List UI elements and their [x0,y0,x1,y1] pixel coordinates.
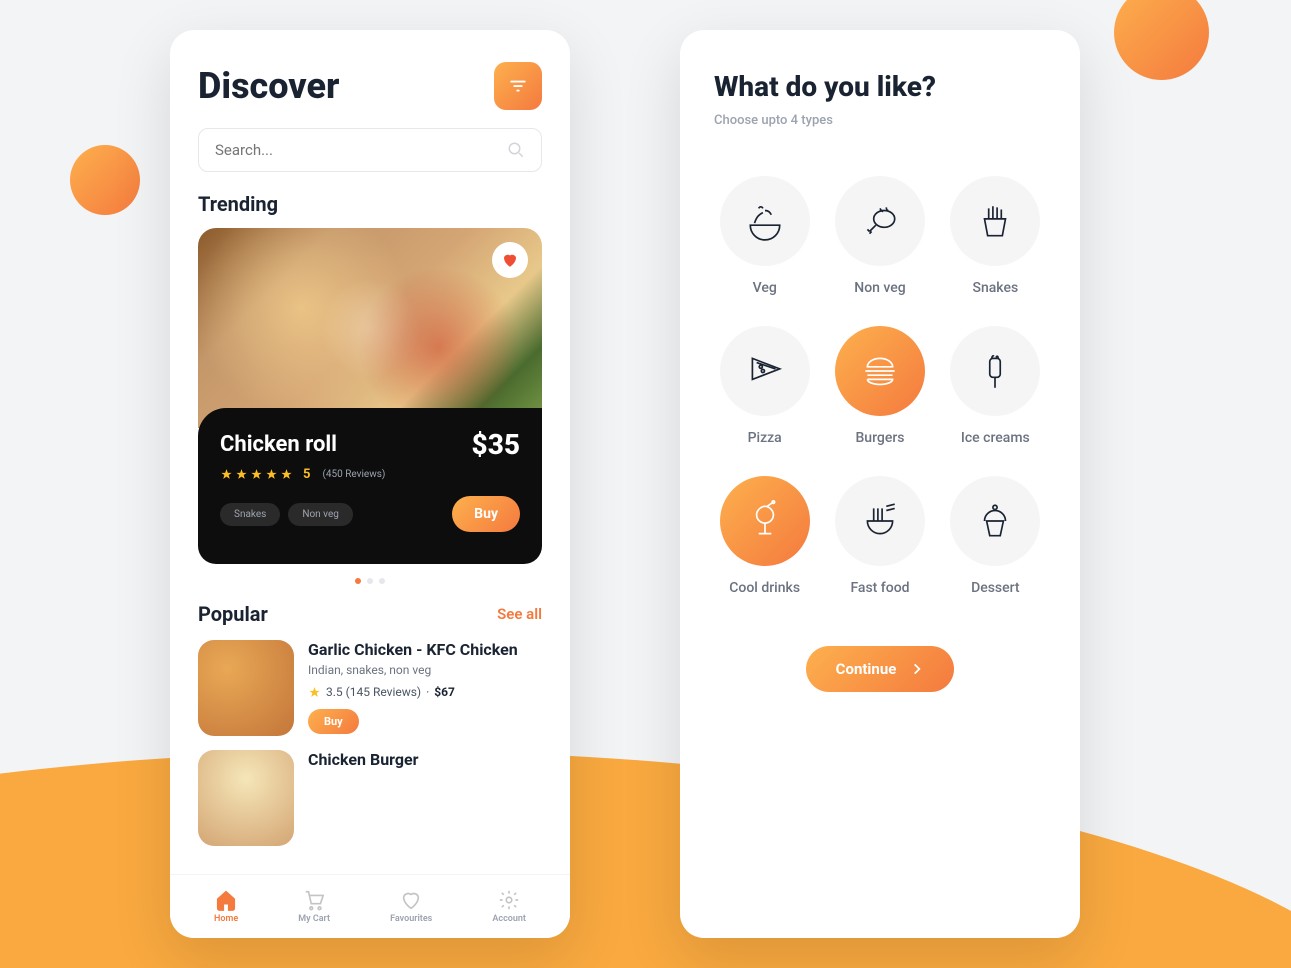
category-fastfood[interactable]: Fast food [829,476,930,596]
veg-icon [744,200,786,242]
card-price: $35 [472,428,520,461]
food-image [198,228,542,428]
page-title: Discover [198,65,339,107]
category-nonveg[interactable]: Non veg [829,176,930,296]
preferences-screen: What do you like? Choose upto 4 types Ve… [680,30,1080,938]
dot[interactable] [379,578,385,584]
tab-label: Account [492,914,526,924]
category-burgers[interactable]: Burgers [829,326,930,446]
buy-button[interactable]: Buy [308,709,359,734]
category-veg[interactable]: Veg [714,176,815,296]
item-categories: Indian, snakes, non veg [308,663,542,677]
item-name: Chicken Burger [308,750,542,769]
cupcake-icon [974,500,1016,542]
food-thumbnail [198,750,294,846]
tab-cart[interactable]: My Cart [298,889,330,924]
dot-active[interactable] [355,578,361,584]
burger-icon [859,350,901,392]
card-name: Chicken roll [220,432,337,457]
search-input[interactable] [215,141,507,159]
category-label: Pizza [748,430,782,446]
carousel-indicator[interactable] [170,578,570,584]
category-label: Dessert [971,580,1020,596]
rating-value: 5 [303,467,310,482]
category-pizza[interactable]: Pizza [714,326,815,446]
list-item[interactable]: Garlic Chicken - KFC Chicken Indian, sna… [198,640,542,736]
buy-button[interactable]: Buy [452,496,520,532]
tab-label: Home [214,914,238,924]
list-item[interactable]: Chicken Burger [198,750,542,846]
category-label: Fast food [850,580,909,596]
category-label: Cool drinks [729,580,800,596]
tag: Non veg [288,503,353,526]
heart-icon [501,251,519,269]
prefs-subtitle: Choose upto 4 types [714,113,1046,128]
tab-favourites[interactable]: Favourites [390,889,432,924]
discover-screen: Discover Trending Chicken roll $35 [170,30,570,938]
home-icon [215,889,237,911]
item-name: Garlic Chicken - KFC Chicken [308,640,542,659]
category-snacks[interactable]: Snakes [945,176,1046,296]
prefs-title: What do you like? [714,70,1046,103]
continue-button[interactable]: Continue [806,646,955,692]
category-icecreams[interactable]: Ice creams [945,326,1046,446]
tag: Snakes [220,503,280,526]
icecream-icon [974,350,1016,392]
tab-home[interactable]: Home [214,889,238,924]
tab-label: My Cart [298,914,330,924]
trending-title: Trending [198,192,542,216]
trending-card[interactable]: Chicken roll $35 5 (450 Reviews) [198,228,542,564]
category-label: Veg [753,280,777,296]
category-label: Ice creams [961,430,1030,446]
favourite-button[interactable] [492,242,528,278]
dot[interactable] [367,578,373,584]
category-drinks[interactable]: Cool drinks [714,476,815,596]
item-price: $67 [434,685,455,699]
category-dessert[interactable]: Dessert [945,476,1046,596]
fries-icon [974,200,1016,242]
noodles-icon [859,500,901,542]
reviews-count: (450 Reviews) [322,469,385,480]
category-label: Non veg [854,280,905,296]
tab-label: Favourites [390,914,432,924]
category-label: Burgers [855,430,904,446]
star-icon [308,686,321,699]
filter-icon [509,77,527,95]
search-icon [507,141,525,159]
item-rating: 3.5 (145 Reviews) [326,685,421,699]
see-all-link[interactable]: See all [497,605,542,623]
chevron-right-icon [910,662,924,676]
tab-bar: Home My Cart Favourites Account [170,874,570,938]
pizza-icon [744,350,786,392]
meat-icon [859,200,901,242]
gear-icon [498,889,520,911]
search-input-wrapper[interactable] [198,128,542,172]
popular-title: Popular [198,602,268,626]
cart-icon [303,889,325,911]
category-label: Snakes [972,280,1018,296]
tab-account[interactable]: Account [492,889,526,924]
food-thumbnail [198,640,294,736]
drink-icon [744,500,786,542]
rating-stars [220,468,293,481]
filter-button[interactable] [494,62,542,110]
continue-label: Continue [836,660,897,678]
heart-icon [400,889,422,911]
